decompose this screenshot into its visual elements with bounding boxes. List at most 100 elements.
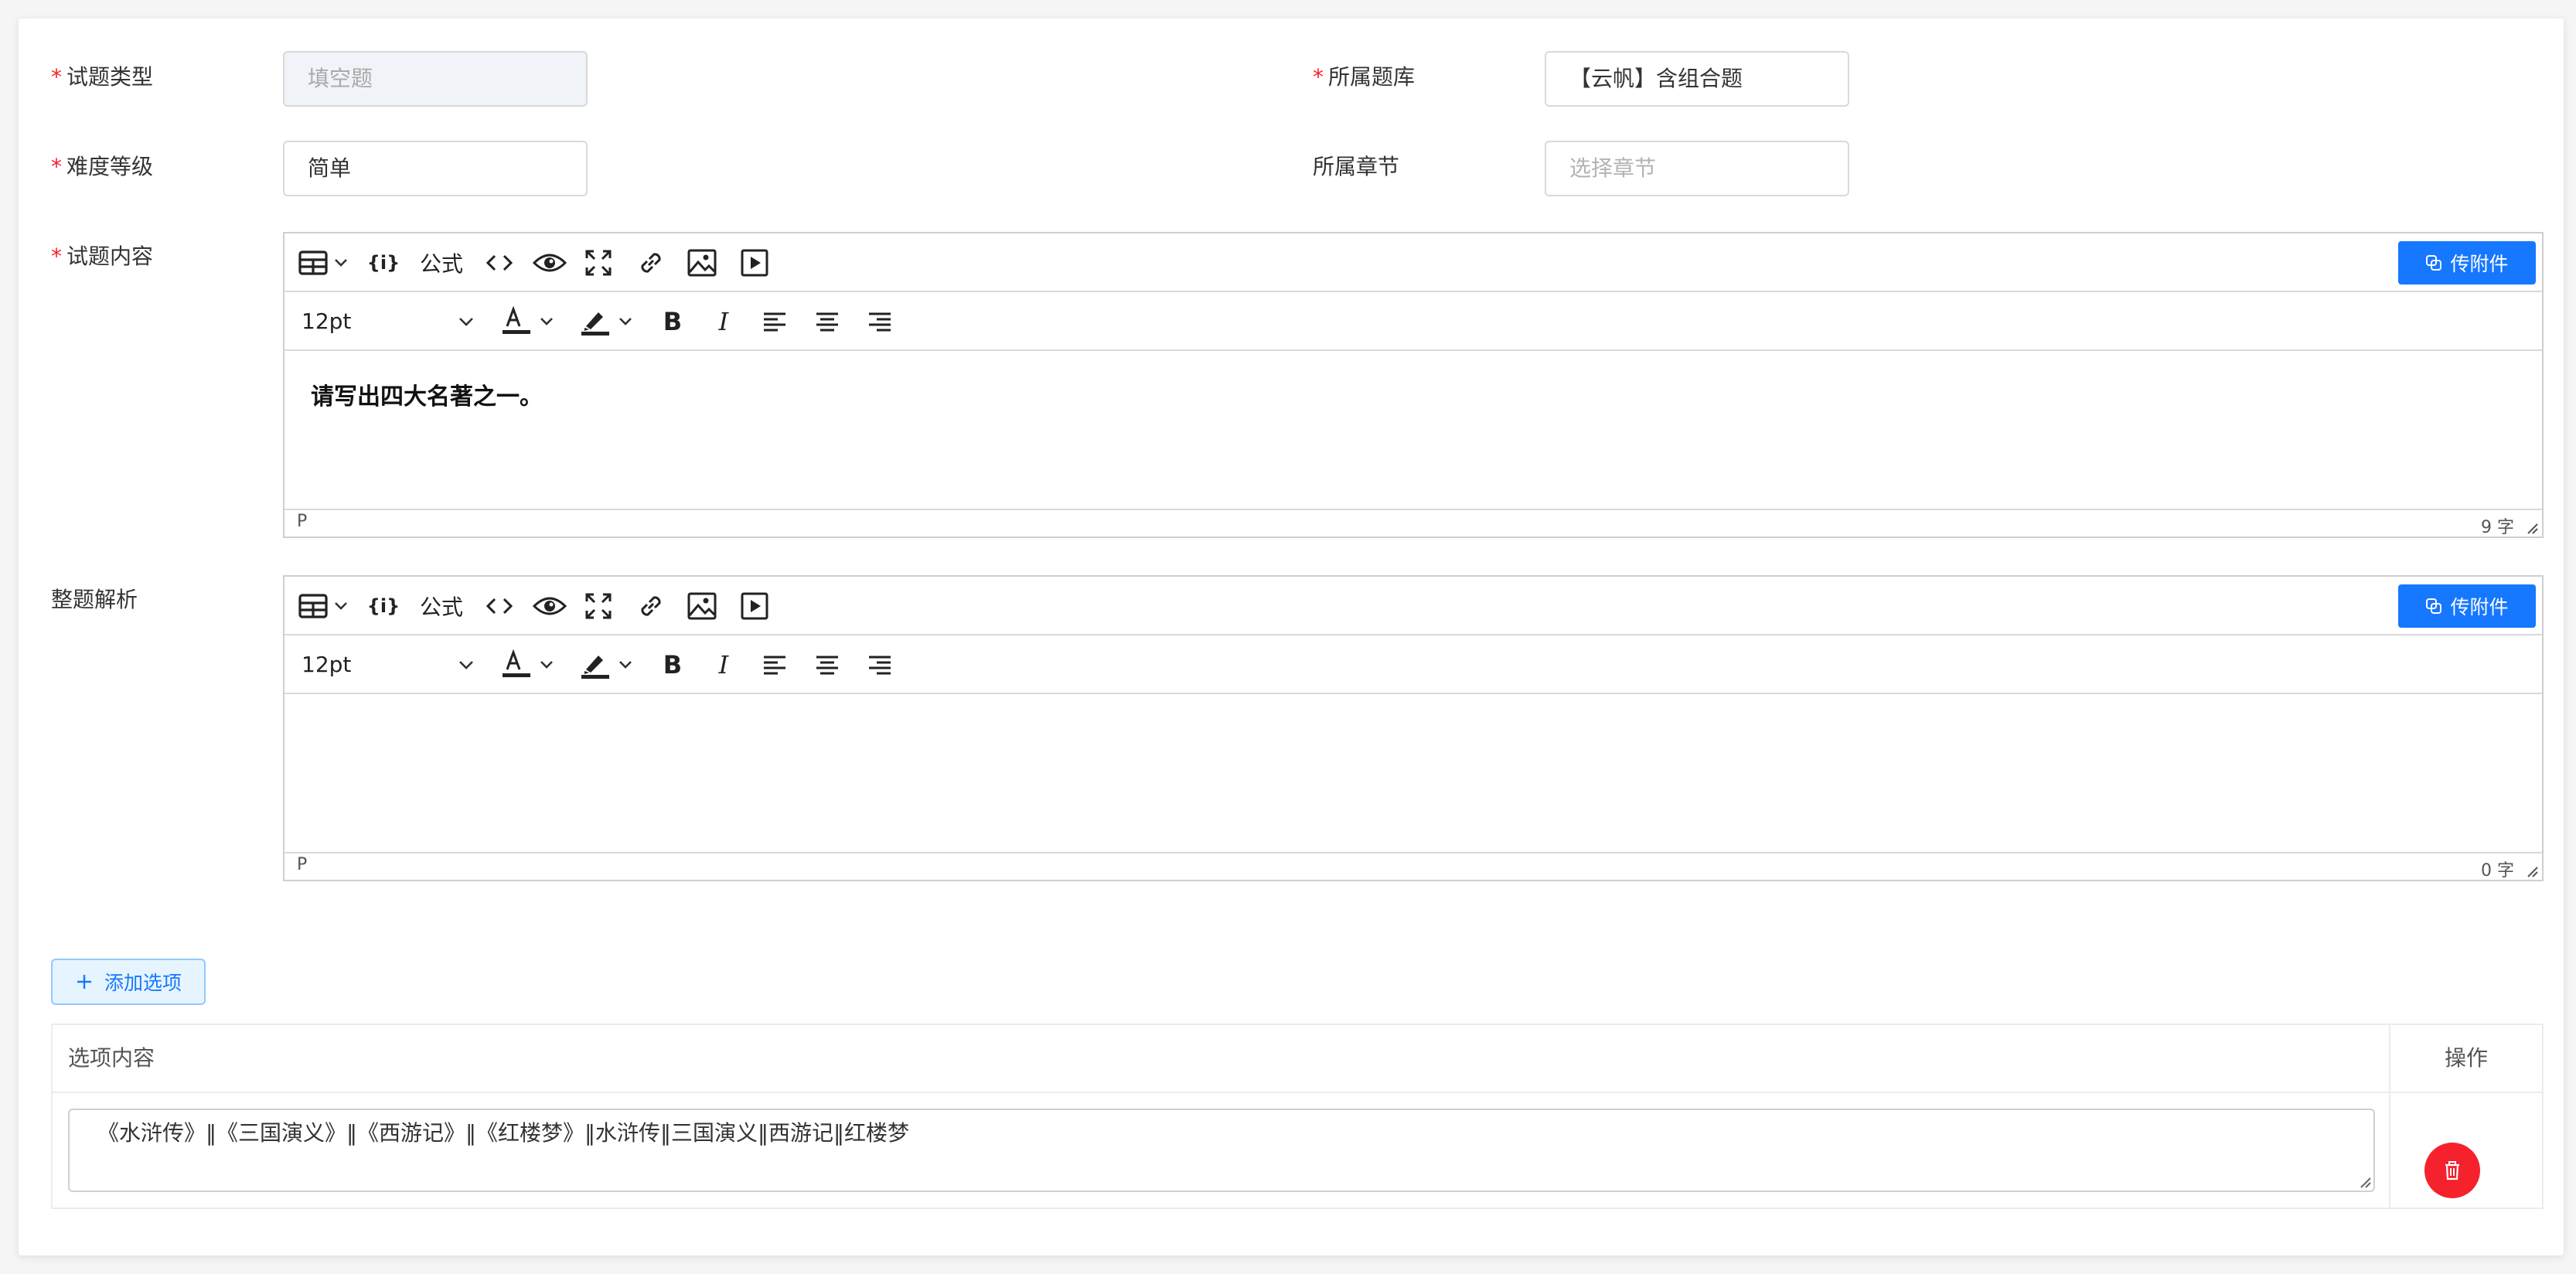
highlighter-icon: [581, 312, 632, 336]
source-code-button[interactable]: [482, 577, 516, 635]
align-left-icon: [764, 312, 785, 332]
upload-attachment-button[interactable]: 传附件: [2398, 584, 2536, 628]
braces-icon: {i}: [366, 595, 400, 617]
braces-icon: {i}: [366, 252, 400, 274]
font-size-dropdown[interactable]: [455, 635, 478, 694]
image-icon: [687, 592, 717, 620]
align-right-button[interactable]: [864, 292, 895, 351]
element-path[interactable]: P: [297, 855, 307, 874]
font-size-select[interactable]: 12pt: [302, 635, 351, 694]
content-editor: {i} 公式 传附件 12pt B I 请写出四大名著之一。 P 9 字: [283, 232, 2544, 538]
element-path[interactable]: P: [297, 512, 307, 531]
highlight-color-button[interactable]: [578, 292, 640, 351]
align-center-button[interactable]: [812, 635, 843, 694]
image-button[interactable]: [685, 577, 719, 635]
highlight-color-button[interactable]: [578, 635, 640, 694]
options-table: 选项内容 操作 《水浒传》‖《三国演义》‖《西游记》‖《红楼梦》‖水浒传‖三国演…: [51, 1024, 2544, 1209]
analysis-label: 整题解析: [51, 587, 138, 612]
editor-toolbar-format: 12pt B I: [285, 635, 2542, 694]
formula-button[interactable]: 公式: [414, 577, 469, 635]
media-button[interactable]: [738, 233, 772, 292]
link-button[interactable]: [634, 233, 668, 292]
eye-icon: [532, 254, 567, 272]
code-icon: [486, 254, 513, 271]
chevron-down-icon: [459, 318, 473, 326]
difficulty-select[interactable]: 简单: [283, 141, 588, 196]
option-content-textarea[interactable]: 《水浒传》‖《三国演义》‖《西游记》‖《红楼梦》‖水浒传‖三国演义‖西游记‖红楼…: [68, 1109, 2375, 1192]
fullscreen-button[interactable]: [583, 577, 614, 635]
media-button[interactable]: [738, 577, 772, 635]
options-table-header: 选项内容 操作: [53, 1025, 2542, 1093]
add-option-button[interactable]: 添加选项: [51, 959, 206, 1005]
font-size-select[interactable]: 12pt: [302, 292, 351, 351]
question-content-text: 请写出四大名著之一。: [311, 383, 543, 410]
resize-handle-icon[interactable]: [2525, 521, 2539, 535]
align-right-button[interactable]: [864, 635, 895, 694]
video-icon: [741, 249, 768, 277]
align-left-button[interactable]: [759, 635, 790, 694]
template-variable-button[interactable]: {i}: [365, 233, 402, 292]
attachment-icon: [2426, 598, 2442, 614]
text-color-button[interactable]: [499, 635, 561, 694]
bold-icon: B: [663, 650, 683, 680]
table-menu-button[interactable]: [297, 233, 353, 292]
text-color-icon: [503, 306, 553, 334]
table-icon: [298, 594, 347, 618]
question-type-field: 填空题: [283, 51, 588, 107]
fullscreen-icon: [585, 593, 612, 619]
align-center-icon: [816, 656, 838, 675]
text-color-icon: [503, 649, 553, 677]
align-left-icon: [764, 656, 785, 675]
editor-toolbar-format: 12pt B I: [285, 292, 2542, 351]
align-center-button[interactable]: [812, 292, 843, 351]
template-variable-button[interactable]: {i}: [365, 577, 402, 635]
content-label: * 试题内容: [51, 244, 154, 269]
fullscreen-icon: [585, 250, 612, 276]
align-right-icon: [869, 656, 891, 675]
bold-button[interactable]: B: [657, 635, 688, 694]
preview-button[interactable]: [530, 577, 569, 635]
chapter-select[interactable]: 选择章节: [1545, 141, 1849, 196]
difficulty-label: * 难度等级: [51, 154, 154, 179]
column-header-content: 选项内容: [68, 1045, 155, 1071]
editor-content-area[interactable]: [285, 694, 2542, 853]
italic-button[interactable]: I: [708, 635, 739, 694]
question-bank-select[interactable]: 【云帆】含组合题: [1545, 51, 1849, 107]
upload-attachment-button[interactable]: 传附件: [2398, 241, 2536, 284]
align-center-icon: [816, 312, 838, 332]
delete-option-button[interactable]: [2424, 1143, 2480, 1198]
analysis-editor: {i} 公式 传附件 12pt B I P 0 字: [283, 575, 2544, 881]
question-type-label: * 试题类型: [51, 64, 154, 90]
bold-button[interactable]: B: [657, 292, 688, 351]
source-code-button[interactable]: [482, 233, 516, 292]
fullscreen-button[interactable]: [583, 233, 614, 292]
align-left-button[interactable]: [759, 292, 790, 351]
bold-icon: B: [663, 307, 683, 336]
italic-button[interactable]: I: [708, 292, 739, 351]
link-icon: [641, 596, 661, 616]
link-button[interactable]: [634, 577, 668, 635]
editor-content-area[interactable]: 请写出四大名著之一。: [285, 351, 2542, 510]
column-divider: [2389, 1025, 2390, 1208]
link-icon: [641, 253, 661, 273]
video-icon: [741, 592, 768, 620]
text-color-button[interactable]: [499, 292, 561, 351]
question-form-card: * 试题类型 填空题 * 所属题库 【云帆】含组合题 * 难度等级 简单 所属章节 选…: [19, 19, 2564, 1255]
table-menu-button[interactable]: [297, 577, 353, 635]
plus-icon: [77, 975, 91, 989]
image-button[interactable]: [685, 233, 719, 292]
question-bank-label: * 所属题库: [1313, 64, 1416, 90]
font-size-dropdown[interactable]: [455, 292, 478, 351]
resize-handle-icon[interactable]: [2358, 1175, 2372, 1189]
word-count: 0 字: [2481, 861, 2514, 881]
chevron-down-icon: [459, 661, 473, 669]
formula-button[interactable]: 公式: [414, 233, 469, 292]
image-icon: [687, 249, 717, 277]
italic-icon: I: [718, 650, 729, 680]
resize-handle-icon[interactable]: [2525, 864, 2539, 878]
highlighter-icon: [581, 656, 632, 679]
editor-status-bar: P 0 字: [285, 853, 2542, 881]
attachment-icon: [2426, 255, 2442, 271]
preview-button[interactable]: [530, 233, 569, 292]
chapter-label: 所属章节: [1313, 154, 1400, 179]
